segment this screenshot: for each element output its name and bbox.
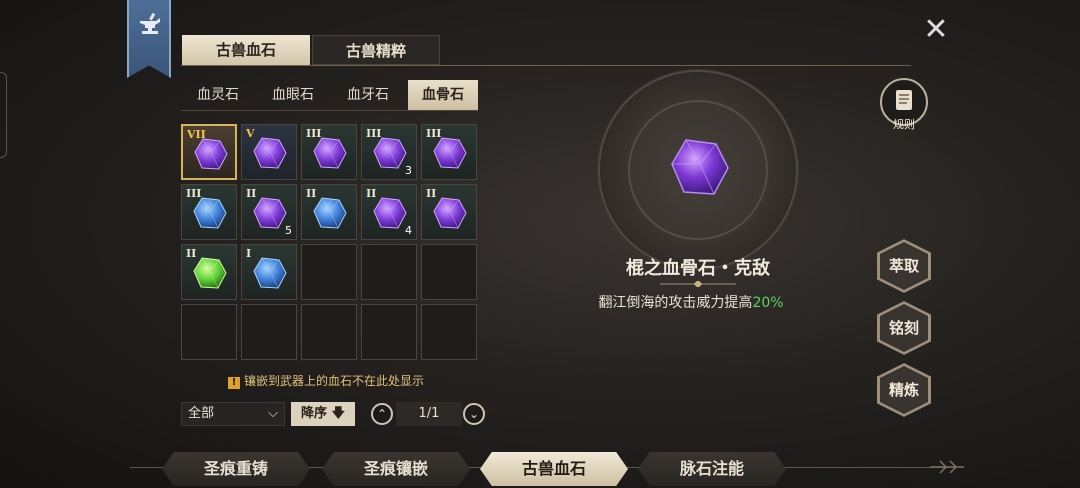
inlay-notice: ! 镶嵌到武器上的血石不在此处显示 <box>228 372 424 389</box>
blood-stone-gem-icon <box>313 137 347 169</box>
inventory-slot[interactable]: III <box>301 124 357 180</box>
stack-count: 4 <box>405 224 412 237</box>
filter-value: 全部 <box>188 406 215 421</box>
inventory-slot-empty <box>421 304 477 360</box>
warning-icon: ! <box>228 377 240 389</box>
gem-desc-value: 20% <box>752 295 784 311</box>
page-next-button[interactable]: ⌄ <box>463 403 485 425</box>
arrow-down-icon: 🡇 <box>331 406 345 421</box>
inventory-slot[interactable]: III 3 <box>361 124 417 180</box>
page-prev-button[interactable]: ⌃ <box>371 403 393 425</box>
blood-stone-gem-icon <box>433 197 467 229</box>
tier-label: III <box>366 127 382 140</box>
inventory-slot[interactable]: II 4 <box>361 184 417 240</box>
blood-stone-gem-icon <box>253 257 287 289</box>
tier-label: II <box>366 187 377 200</box>
left-edge-handle <box>0 72 7 158</box>
tier-label: V <box>246 127 255 140</box>
inventory-slot[interactable]: I <box>241 244 297 300</box>
gem-name: 棍之血骨石・克敌 <box>626 258 770 279</box>
chevron-down-icon: ⌵ <box>268 406 278 421</box>
inventory-slot-empty <box>241 304 297 360</box>
inventory-slot-empty <box>421 244 477 300</box>
blood-stone-gem-icon <box>194 138 228 170</box>
blood-stone-gem-icon <box>253 197 287 229</box>
sort-label: 降序 <box>301 406 328 421</box>
inventory-slot[interactable]: VII <box>181 124 237 180</box>
tab-ancient-blood-stone[interactable]: 古兽血石 <box>182 35 310 65</box>
bottom-tab-stigma-recast[interactable]: 圣痕重铸 <box>162 452 310 486</box>
inventory-slot[interactable]: V <box>241 124 297 180</box>
filter-dropdown[interactable]: 全部 ⌵ <box>181 402 285 426</box>
subtab-divider <box>181 110 478 111</box>
tier-label: II <box>306 187 317 200</box>
inlay-notice-text: 镶嵌到武器上的血石不在此处显示 <box>244 374 425 388</box>
extract-button[interactable]: 萃取 <box>877 239 931 293</box>
bottom-tab-vein-infusion[interactable]: 脉石注能 <box>638 452 786 486</box>
tier-label: III <box>186 187 202 200</box>
inventory-slot[interactable]: II <box>421 184 477 240</box>
title-ornament <box>660 281 736 287</box>
selected-gem-icon <box>671 139 729 195</box>
subtab-blood-eye-stone[interactable]: 血眼石 <box>258 80 328 110</box>
inventory-slot[interactable]: II <box>301 184 357 240</box>
rules-label: 规则 <box>893 118 915 131</box>
sort-button[interactable]: 降序 🡇 <box>291 402 355 426</box>
inventory-slot[interactable]: III <box>181 184 237 240</box>
blood-stone-gem-icon <box>253 137 287 169</box>
inventory-grid: VII V III III 3 III III II 5 II II 4 II II I <box>181 124 481 364</box>
subtab-blood-bone-stone[interactable]: 血骨石 <box>408 80 478 110</box>
page-indicator: 1/1 <box>396 402 462 426</box>
nav-end-ornament <box>930 460 964 474</box>
refine-button[interactable]: 精炼 <box>877 363 931 417</box>
forge-banner <box>127 0 171 78</box>
blood-stone-gem-icon <box>373 137 407 169</box>
tier-label: II <box>186 247 197 260</box>
inventory-slot-empty <box>301 304 357 360</box>
subtab-blood-fang-stone[interactable]: 血牙石 <box>333 80 403 110</box>
engrave-button[interactable]: 铭刻 <box>877 301 931 355</box>
stack-count: 3 <box>405 164 412 177</box>
bottom-tab-ancient-blood-stone[interactable]: 古兽血石 <box>480 452 628 486</box>
blood-stone-gem-icon <box>193 257 227 289</box>
stack-count: 5 <box>285 224 292 237</box>
tier-label: II <box>246 187 257 200</box>
inventory-slot[interactable]: II <box>181 244 237 300</box>
bottom-tab-stigma-inlay[interactable]: 圣痕镶嵌 <box>322 452 470 486</box>
inventory-slot-empty <box>181 304 237 360</box>
tier-label: III <box>306 127 322 140</box>
inventory-slot-empty <box>361 304 417 360</box>
inventory-slot[interactable]: III <box>421 124 477 180</box>
blood-stone-gem-icon <box>193 197 227 229</box>
gem-description: 翻江倒海的攻击威力提高20% <box>560 292 822 312</box>
tab-ancient-essence[interactable]: 古兽精粹 <box>312 35 440 65</box>
anvil-icon <box>140 12 160 34</box>
tier-label: II <box>426 187 437 200</box>
blood-stone-gem-icon <box>373 197 407 229</box>
tab-divider <box>181 65 911 66</box>
inventory-slot-empty <box>361 244 417 300</box>
blood-stone-gem-icon <box>313 197 347 229</box>
subtab-blood-spirit-stone[interactable]: 血灵石 <box>183 80 253 110</box>
tier-label: VII <box>187 128 206 141</box>
tier-label: I <box>246 247 252 260</box>
tier-label: III <box>426 127 442 140</box>
close-icon[interactable]: ✕ <box>922 15 950 45</box>
inventory-slot[interactable]: II 5 <box>241 184 297 240</box>
blood-stone-gem-icon <box>433 137 467 169</box>
gem-desc-text: 翻江倒海的攻击威力提高 <box>598 295 753 311</box>
inventory-slot-empty <box>301 244 357 300</box>
